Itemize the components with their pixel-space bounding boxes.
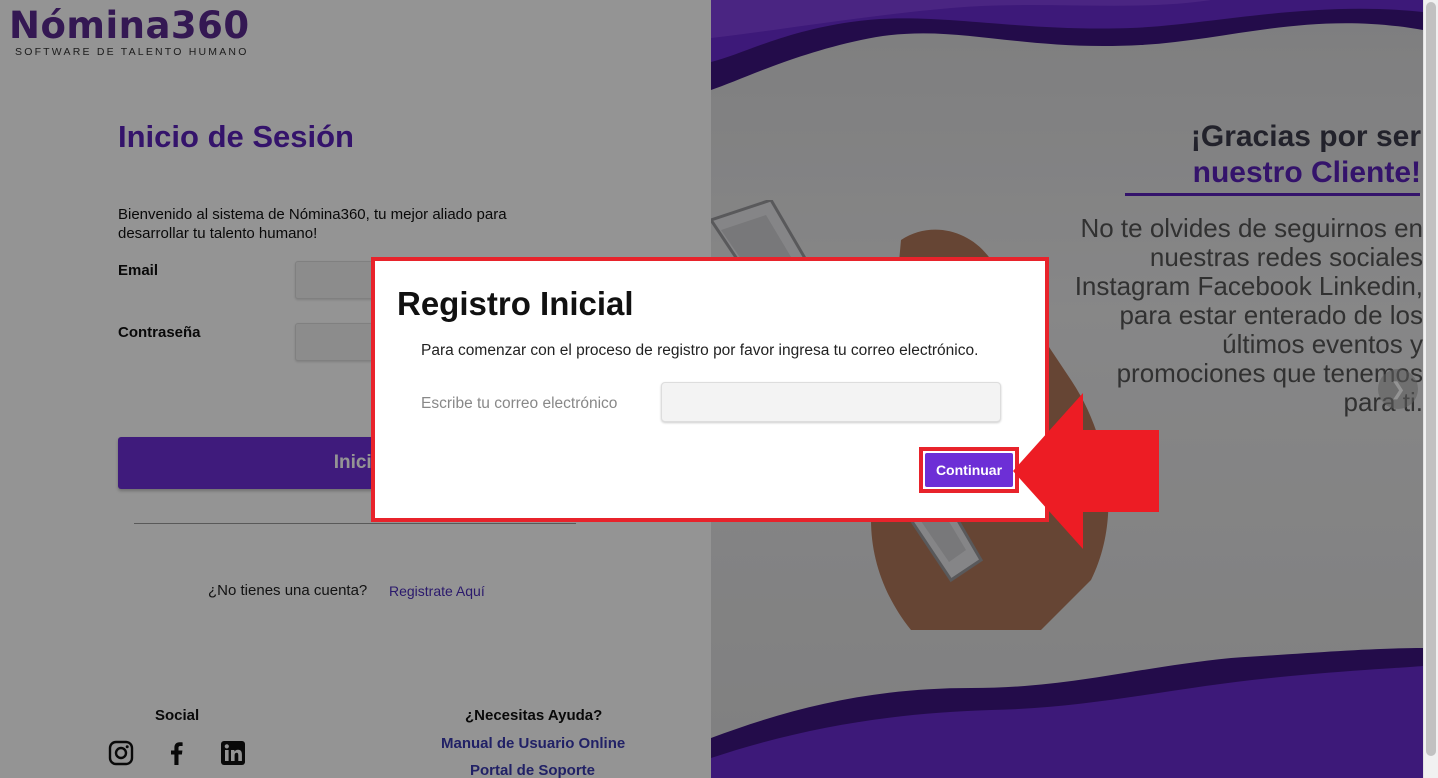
continue-highlight: Continuar bbox=[919, 447, 1019, 493]
continue-button[interactable]: Continuar bbox=[925, 453, 1013, 487]
scrollbar-thumb[interactable] bbox=[1426, 2, 1436, 756]
modal-email-input[interactable] bbox=[661, 382, 1001, 422]
modal-email-label: Escribe tu correo electrónico bbox=[421, 395, 618, 412]
modal-title: Registro Inicial bbox=[397, 285, 634, 322]
scrollbar[interactable] bbox=[1423, 0, 1438, 778]
red-arrow-annotation bbox=[1013, 393, 1159, 549]
registro-modal: Registro Inicial Para comenzar con el pr… bbox=[371, 257, 1049, 522]
modal-description: Para comenzar con el proceso de registro… bbox=[421, 342, 979, 359]
